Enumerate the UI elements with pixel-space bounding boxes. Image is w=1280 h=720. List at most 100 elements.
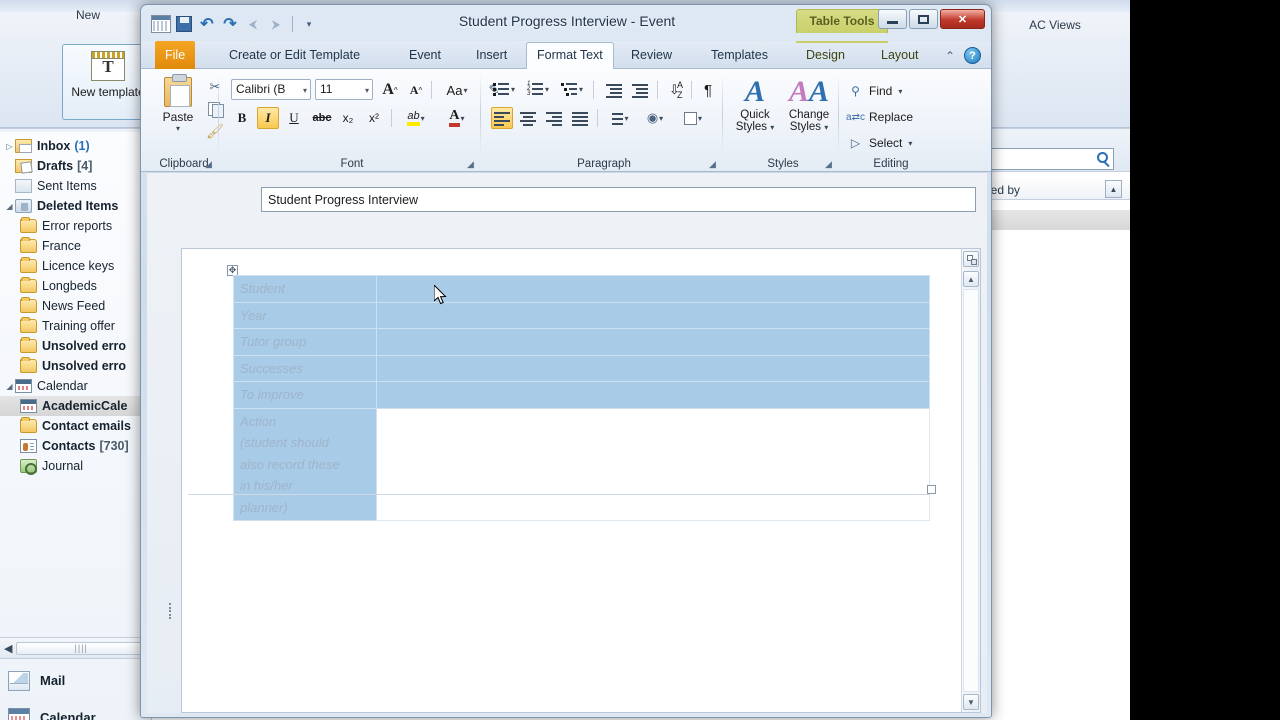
table-cell-label[interactable]: Successes [233, 354, 377, 382]
chevron-down-icon[interactable]: ▾ [303, 86, 307, 95]
table-cell-value[interactable] [376, 275, 930, 303]
sort-button[interactable]: ⇩ AZ [665, 79, 687, 101]
table-row[interactable]: To improve [233, 381, 930, 409]
multilevel-list-button[interactable]: ▾ [559, 79, 585, 99]
superscript-button[interactable]: x² [363, 107, 385, 129]
tab-templates[interactable]: Templates [701, 43, 778, 69]
justify-button[interactable] [569, 107, 591, 129]
table-cell-value[interactable] [376, 407, 930, 521]
underline-button[interactable]: U [283, 107, 305, 129]
increase-indent-button[interactable] [629, 79, 651, 101]
table-row[interactable]: Year [233, 301, 930, 329]
chevron-down-icon[interactable]: ▾ [365, 86, 369, 95]
find-button[interactable]: ⚲ Find ▾ [847, 79, 902, 103]
paragraph-dialog-launcher[interactable]: ◢ [709, 159, 720, 170]
close-button[interactable]: ✕ [940, 9, 985, 29]
document-page[interactable]: ✥ Student Year Tutor group Successes To … [182, 249, 961, 712]
tab-create-or-edit-template[interactable]: Create or Edit Template [219, 43, 370, 69]
table-row[interactable]: Action (student should also record these in… [233, 407, 930, 521]
scroll-up-button[interactable]: ▲ [963, 271, 979, 287]
sidebar-item-france[interactable]: France [0, 236, 152, 256]
clipboard-dialog-launcher[interactable]: ◢ [205, 159, 216, 170]
tab-file[interactable]: File [155, 41, 196, 69]
sidebar-item-calendar[interactable]: ◢ Calendar [0, 376, 152, 396]
collapse-left-arrow-icon[interactable]: ◀ [4, 642, 12, 655]
resize-table-handle[interactable] [927, 485, 936, 494]
module-button-calendar[interactable]: Calendar [0, 699, 152, 720]
table-cell-label[interactable]: Year [233, 301, 377, 329]
expand-twisty-icon[interactable]: ◢ [4, 202, 15, 211]
tab-event[interactable]: Event [399, 43, 451, 69]
tab-review[interactable]: Review [621, 43, 682, 69]
text-highlight-button[interactable]: ab ▾ [399, 107, 433, 129]
copy-button[interactable] [205, 99, 225, 119]
sidebar-item-error-reports[interactable]: Error reports [0, 216, 152, 236]
line-spacing-button[interactable]: ▾ [603, 107, 633, 129]
decrease-indent-button[interactable] [603, 79, 625, 101]
sidebar-item-sent-items[interactable]: Sent Items [0, 176, 152, 196]
shading-button[interactable]: ◉ ▾ [639, 107, 671, 129]
tab-design[interactable]: Design [796, 43, 855, 69]
sidebar-item-contacts[interactable]: Contacts [730] [0, 436, 152, 456]
align-left-button[interactable] [491, 107, 513, 129]
change-styles-button[interactable]: AA Change Styles ▾ [783, 75, 835, 151]
sidebar-item-drafts[interactable]: Drafts [4] [0, 156, 152, 176]
font-size-combobox[interactable]: 11 ▾ [315, 79, 373, 100]
change-case-button[interactable]: Aa ▾ [439, 79, 475, 101]
table-cell-value[interactable] [376, 381, 930, 409]
minimize-button[interactable] [878, 9, 907, 29]
subject-input[interactable] [261, 187, 976, 212]
form-splitter-grip[interactable] [167, 603, 173, 619]
sidebar-item-longbeds[interactable]: Longbeds [0, 276, 152, 296]
help-icon[interactable]: ? [964, 47, 981, 64]
message-body-editor[interactable]: ✥ Student Year Tutor group Successes To … [181, 248, 981, 713]
select-browse-object-icon[interactable] [963, 251, 979, 267]
sidebar-item-news-feed[interactable]: News Feed [0, 296, 152, 316]
table-cell-label[interactable]: Action (student should also record these in… [233, 407, 377, 521]
table-cell-label[interactable]: Student [233, 275, 377, 303]
window-titlebar[interactable]: ↶ ↷ ⮜ ⮞ ▾ Student Progress Interview - E… [141, 5, 991, 41]
numbering-button[interactable]: 1 2 3 ▾ [525, 79, 551, 99]
table-cell-value[interactable] [376, 328, 930, 356]
module-button-mail[interactable]: Mail [0, 662, 152, 699]
table-row[interactable]: Successes [233, 354, 930, 382]
select-button[interactable]: ▷ Select ▾ [847, 131, 913, 155]
replace-button[interactable]: a⇄c Replace [846, 105, 913, 129]
list-scroll-up-button[interactable]: ▲ [1105, 180, 1122, 198]
sidebar-item-academiccale[interactable]: AcademicCale [0, 396, 152, 416]
scroll-down-button[interactable]: ▼ [963, 694, 979, 710]
sidebar-item-journal[interactable]: Journal [0, 456, 152, 476]
sidebar-item-training-offer[interactable]: Training offer [0, 316, 152, 336]
table-row[interactable]: Tutor group [233, 328, 930, 356]
tab-format-text[interactable]: Format Text [526, 42, 614, 70]
quick-styles-button[interactable]: A Quick Styles ▾ [729, 75, 781, 151]
scrollbar-track[interactable] [963, 289, 979, 692]
collapse-ribbon-icon[interactable]: ⌃ [945, 49, 955, 63]
align-center-button[interactable] [517, 107, 539, 129]
cut-button[interactable]: ✂ [205, 77, 225, 97]
bold-button[interactable]: B [231, 107, 253, 129]
bullets-button[interactable]: ▾ [491, 79, 517, 99]
table-row[interactable]: Student [233, 275, 930, 303]
chevron-down-icon[interactable]: ▾ [176, 124, 180, 133]
search-input[interactable] [984, 148, 1114, 170]
sidebar-item-unsolved-erro[interactable]: Unsolved erro [0, 356, 152, 376]
maximize-button[interactable] [909, 9, 938, 29]
content-table[interactable]: Student Year Tutor group Successes To im… [233, 275, 930, 521]
align-right-button[interactable] [543, 107, 565, 129]
table-cell-value[interactable] [376, 301, 930, 329]
expand-twisty-icon[interactable]: ▷ [4, 142, 15, 151]
subscript-button[interactable]: x₂ [337, 107, 359, 129]
paste-button[interactable]: Paste ▾ [157, 74, 199, 143]
sidebar-item-licence-keys[interactable]: Licence keys [0, 256, 152, 276]
font-color-button[interactable]: A ▾ [439, 107, 475, 129]
sidebar-item-contact-emails[interactable]: Contact emails [0, 416, 152, 436]
shrink-font-button[interactable]: A ^ [405, 79, 427, 101]
show-formatting-marks-button[interactable]: ¶ [697, 79, 719, 101]
italic-button[interactable]: I [257, 107, 279, 129]
table-cell-label[interactable]: To improve [233, 381, 377, 409]
document-scrollbar[interactable]: ▲ ▼ [961, 249, 980, 712]
sidebar-item-deleted-items[interactable]: ◢ Deleted Items [0, 196, 152, 216]
tab-layout[interactable]: Layout [871, 43, 929, 69]
sidebar-item-inbox[interactable]: ▷ Inbox (1) [0, 136, 152, 156]
